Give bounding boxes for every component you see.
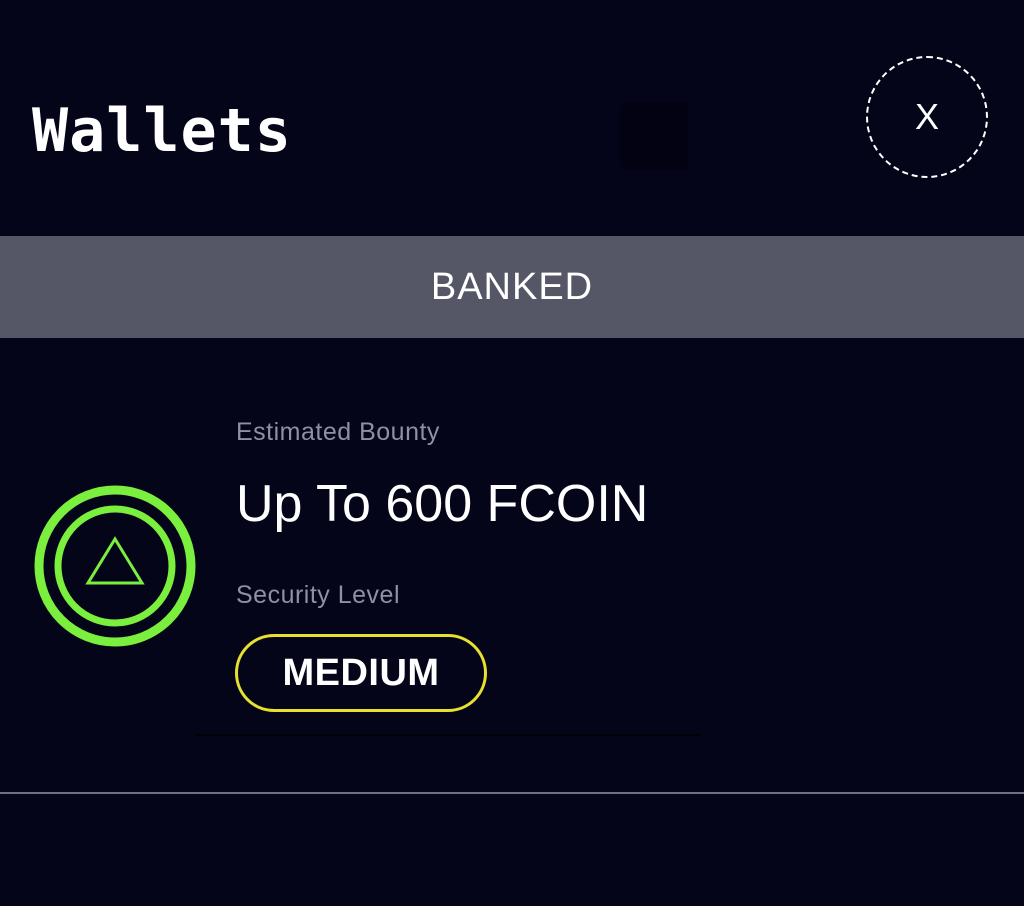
status-banner: BANKED — [0, 236, 1024, 338]
banner-label: BANKED — [430, 265, 594, 308]
close-button[interactable]: X — [866, 56, 988, 178]
bounty-value: Up To 600 FCOIN — [236, 475, 649, 533]
security-level-badge: MEDIUM — [235, 634, 487, 712]
close-icon: X — [914, 96, 939, 137]
security-level-value: MEDIUM — [282, 651, 440, 694]
header: Wallets X — [0, 0, 1024, 236]
security-level-label: Security Level — [236, 581, 401, 609]
list-divider — [0, 792, 1024, 794]
triangle-icon — [85, 536, 145, 585]
placeholder-block — [620, 102, 688, 170]
card-divider — [196, 734, 700, 736]
page-title: Wallets — [32, 96, 292, 166]
security-level-icon — [34, 485, 196, 647]
bounty-label: Estimated Bounty — [236, 418, 440, 446]
wallet-card[interactable]: Estimated Bounty Up To 600 FCOIN Securit… — [0, 338, 1024, 792]
